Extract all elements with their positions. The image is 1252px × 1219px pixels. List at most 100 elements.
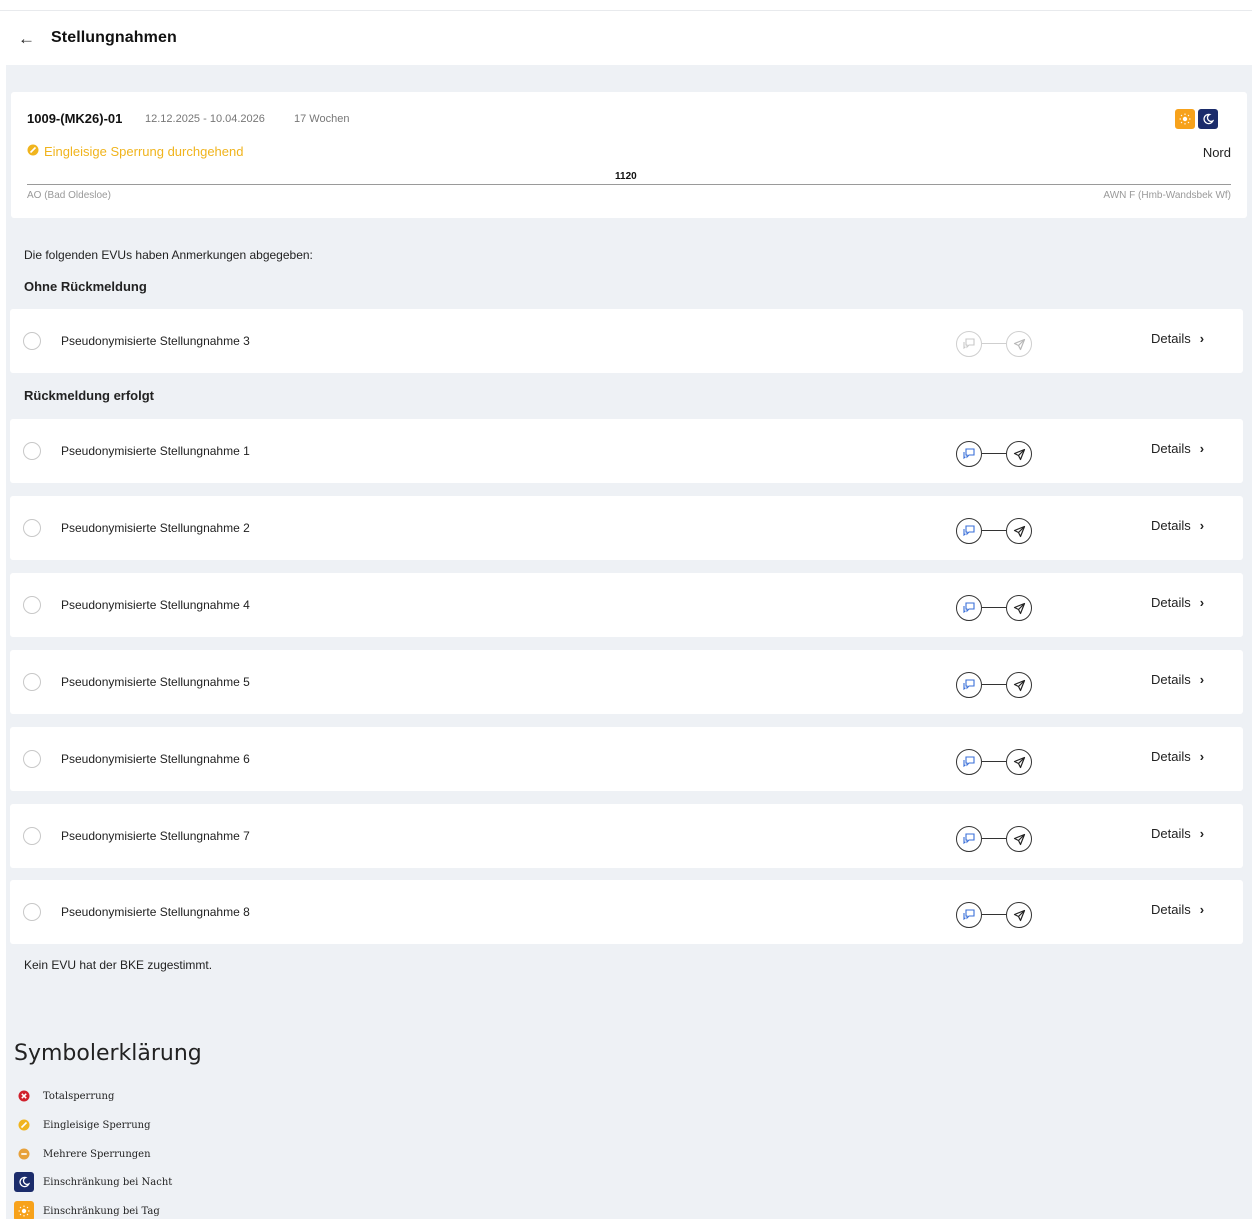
feedback-status: [956, 441, 1034, 467]
list-item-label: Pseudonymisierte Stellungnahme 1: [61, 444, 250, 458]
multiple-closures-icon: [14, 1145, 34, 1163]
send-icon: [1006, 902, 1032, 928]
send-icon: [1006, 826, 1032, 852]
closure-type-label: Eingleisige Sperrung durchgehend: [44, 144, 244, 159]
select-radio[interactable]: [23, 596, 41, 614]
legend-item: Mehrere Sperrungen: [14, 1145, 151, 1163]
details-link[interactable]: Details ›: [1151, 518, 1204, 533]
list-item-label: Pseudonymisierte Stellungnahme 5: [61, 675, 250, 689]
list-item-label: Pseudonymisierte Stellungnahme 7: [61, 829, 250, 843]
section-title-erfolgt: Rückmeldung erfolgt: [24, 388, 155, 403]
select-radio[interactable]: [23, 750, 41, 768]
legend-item-label: Totalsperrung: [43, 1090, 115, 1102]
send-icon: [1006, 441, 1032, 467]
legend-item: Einschränkung bei Tag: [14, 1201, 160, 1219]
details-label: Details: [1151, 749, 1191, 764]
list-item[interactable]: Pseudonymisierte Stellungnahme 2 Details…: [10, 496, 1243, 560]
select-radio[interactable]: [23, 519, 41, 537]
list-item-label: Pseudonymisierte Stellungnahme 2: [61, 521, 250, 535]
chat-icon: [956, 518, 982, 544]
details-label: Details: [1151, 902, 1191, 917]
list-item[interactable]: Pseudonymisierte Stellungnahme 8 Details…: [10, 880, 1243, 944]
details-label: Details: [1151, 595, 1191, 610]
sun-icon: [1175, 109, 1195, 129]
status-connector: [982, 607, 1006, 608]
single-track-closure-icon: [14, 1116, 34, 1134]
legend-item-label: Einschränkung bei Nacht: [43, 1176, 173, 1188]
chevron-right-icon: ›: [1199, 441, 1205, 456]
send-icon: [1006, 749, 1032, 775]
send-icon: [1006, 518, 1032, 544]
status-connector: [982, 453, 1006, 454]
details-link[interactable]: Details ›: [1151, 826, 1204, 841]
details-label: Details: [1151, 672, 1191, 687]
intro-text: Die folgenden EVUs haben Anmerkungen abg…: [24, 248, 313, 262]
section-title-ohne: Ohne Rückmeldung: [24, 279, 147, 294]
legend-title: Symbolerklärung: [14, 1041, 202, 1066]
chevron-right-icon: ›: [1199, 902, 1205, 917]
list-item-label: Pseudonymisierte Stellungnahme 3: [61, 334, 250, 348]
details-link[interactable]: Details ›: [1151, 902, 1204, 917]
feedback-status: [956, 331, 1034, 357]
details-link[interactable]: Details ›: [1151, 749, 1204, 764]
chat-icon: [956, 441, 982, 467]
chat-icon: [956, 749, 982, 775]
chevron-right-icon: ›: [1199, 749, 1205, 764]
list-item[interactable]: Pseudonymisierte Stellungnahme 4 Details…: [10, 573, 1243, 637]
chat-icon: [956, 826, 982, 852]
single-track-closure-icon: [27, 144, 39, 159]
moon-icon: [14, 1172, 34, 1192]
details-label: Details: [1151, 518, 1191, 533]
status-connector: [982, 914, 1006, 915]
select-radio[interactable]: [23, 332, 41, 350]
page-title: Stellungnahmen: [51, 29, 177, 46]
details-label: Details: [1151, 441, 1191, 456]
feedback-status: [956, 826, 1034, 852]
list-item[interactable]: Pseudonymisierte Stellungnahme 6 Details…: [10, 727, 1243, 791]
chevron-right-icon: ›: [1199, 331, 1205, 346]
chat-icon: [956, 595, 982, 621]
closure-type: Eingleisige Sperrung durchgehend: [27, 144, 243, 159]
feedback-status: [956, 902, 1034, 928]
chat-icon: [956, 331, 982, 357]
chat-icon: [956, 902, 982, 928]
details-link[interactable]: Details ›: [1151, 331, 1204, 346]
status-connector: [982, 343, 1006, 344]
arrow-left-icon[interactable]: ←: [18, 30, 35, 47]
closure-dates: 12.12.2025 - 10.04.2026: [145, 113, 265, 125]
chevron-right-icon: ›: [1199, 595, 1205, 610]
km-label: 1120: [615, 171, 637, 182]
select-radio[interactable]: [23, 827, 41, 845]
station-from: AO (Bad Oldesloe): [27, 190, 111, 201]
status-connector: [982, 684, 1006, 685]
main-content: 1009-(MK26)-01 12.12.2025 - 10.04.2026 1…: [6, 65, 1252, 1219]
legend-item-label: Eingleisige Sperrung: [43, 1119, 151, 1131]
select-radio[interactable]: [23, 442, 41, 460]
legend-item-label: Mehrere Sperrungen: [43, 1148, 151, 1160]
region-label: Nord: [1202, 145, 1231, 160]
chat-icon: [956, 672, 982, 698]
chevron-right-icon: ›: [1199, 826, 1205, 841]
legend-item: Eingleisige Sperrung: [14, 1116, 151, 1134]
details-link[interactable]: Details ›: [1151, 595, 1204, 610]
details-label: Details: [1151, 331, 1191, 346]
details-link[interactable]: Details ›: [1151, 672, 1204, 687]
status-connector: [982, 530, 1006, 531]
legend-item: Einschränkung bei Nacht: [14, 1172, 173, 1192]
send-icon: [1006, 331, 1032, 357]
feedback-status: [956, 518, 1034, 544]
chevron-right-icon: ›: [1199, 518, 1205, 533]
details-link[interactable]: Details ›: [1151, 441, 1204, 456]
closure-id: 1009-(MK26)-01: [27, 111, 123, 126]
send-icon: [1006, 672, 1032, 698]
send-icon: [1006, 595, 1032, 621]
select-radio[interactable]: [23, 903, 41, 921]
list-item[interactable]: Pseudonymisierte Stellungnahme 7 Details…: [10, 804, 1243, 868]
list-item[interactable]: Pseudonymisierte Stellungnahme 3 Details…: [10, 309, 1243, 373]
status-connector: [982, 838, 1006, 839]
feedback-status: [956, 672, 1034, 698]
list-item[interactable]: Pseudonymisierte Stellungnahme 1 Details…: [10, 419, 1243, 483]
list-item-label: Pseudonymisierte Stellungnahme 8: [61, 905, 250, 919]
select-radio[interactable]: [23, 673, 41, 691]
list-item[interactable]: Pseudonymisierte Stellungnahme 5 Details…: [10, 650, 1243, 714]
